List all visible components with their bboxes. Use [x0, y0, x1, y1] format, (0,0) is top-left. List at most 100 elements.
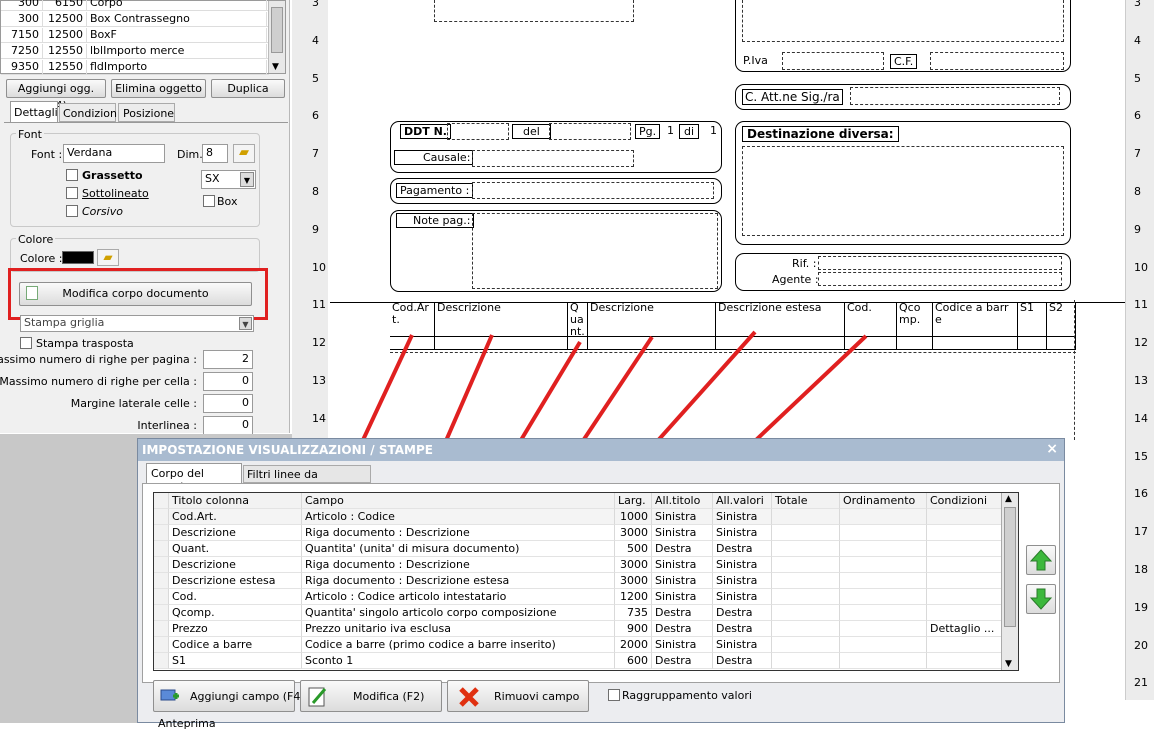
- scroll-up-icon[interactable]: ▲: [1005, 494, 1012, 504]
- table-cell[interactable]: Prezzo: [169, 621, 302, 637]
- table-cell[interactable]: [772, 589, 840, 605]
- table-cell[interactable]: [772, 653, 840, 669]
- table-cell[interactable]: Qcomp.: [169, 605, 302, 621]
- row-selector[interactable]: [154, 557, 169, 573]
- columns-grid[interactable]: Titolo colonna Campo Larg. All.titolo All.va…: [153, 492, 1019, 671]
- table-cell[interactable]: [840, 541, 927, 557]
- table-cell[interactable]: 600: [615, 653, 652, 669]
- row-selector[interactable]: [154, 525, 169, 541]
- table-cell[interactable]: [927, 605, 1002, 621]
- table-cell[interactable]: Cod.Art.: [169, 509, 302, 525]
- table-row[interactable]: Cod.Art. Articolo : Codice 1000 Sinistra Sin…: [154, 509, 1018, 525]
- edit-field-button[interactable]: Modifica (F2): [300, 680, 442, 712]
- scroll-down-icon[interactable]: ▼: [1005, 659, 1012, 669]
- table-cell[interactable]: [772, 573, 840, 589]
- table-cell[interactable]: 1000: [615, 509, 652, 525]
- table-cell[interactable]: Quantita' (unita' di misura documento): [302, 541, 615, 557]
- table-row[interactable]: S1 Sconto 1 600 Destra Destra: [154, 653, 1018, 669]
- row-selector[interactable]: [154, 605, 169, 621]
- row-selector[interactable]: [154, 621, 169, 637]
- table-row[interactable]: Descrizione Riga documento : Descrizione 3…: [154, 557, 1018, 573]
- table-cell[interactable]: Descrizione: [169, 557, 302, 573]
- table-cell[interactable]: [927, 589, 1002, 605]
- grouping-checkbox[interactable]: [608, 689, 620, 701]
- table-cell[interactable]: [927, 557, 1002, 573]
- table-cell[interactable]: [840, 509, 927, 525]
- table-cell[interactable]: [840, 621, 927, 637]
- table-cell[interactable]: 2000: [615, 637, 652, 653]
- row-selector[interactable]: [154, 573, 169, 589]
- table-cell[interactable]: Dettaglio ...: [927, 621, 1002, 637]
- table-cell[interactable]: [840, 557, 927, 573]
- table-cell[interactable]: Riga documento : Descrizione: [302, 525, 615, 541]
- table-row[interactable]: Descrizione estesa Riga documento : Descr…: [154, 573, 1018, 589]
- table-cell[interactable]: 900: [615, 621, 652, 637]
- grid-header-cell[interactable]: All.valori: [713, 493, 772, 509]
- table-cell[interactable]: [772, 621, 840, 637]
- table-cell[interactable]: Sinistra: [713, 573, 772, 589]
- grid-header-cell[interactable]: Campo: [302, 493, 615, 509]
- table-row[interactable]: Quant. Quantita' (unita' di misura docume…: [154, 541, 1018, 557]
- table-cell[interactable]: Sinistra: [713, 557, 772, 573]
- table-cell[interactable]: Articolo : Codice articolo intestatario: [302, 589, 615, 605]
- table-cell[interactable]: Sinistra: [713, 509, 772, 525]
- grid-header-cell[interactable]: Titolo colonna: [169, 493, 302, 509]
- table-cell[interactable]: Sinistra: [652, 573, 713, 589]
- table-cell[interactable]: [927, 573, 1002, 589]
- table-cell[interactable]: [840, 573, 927, 589]
- table-cell[interactable]: Articolo : Codice: [302, 509, 615, 525]
- table-cell[interactable]: [927, 637, 1002, 653]
- table-cell[interactable]: Destra: [713, 621, 772, 637]
- table-cell[interactable]: Sinistra: [652, 557, 713, 573]
- grid-header-cell[interactable]: Larg.: [615, 493, 652, 509]
- table-cell[interactable]: Sinistra: [652, 637, 713, 653]
- dialog-title-bar[interactable]: IMPOSTAZIONE VISUALIZZAZIONI / STAMPE ×: [138, 439, 1064, 461]
- table-cell[interactable]: Sinistra: [652, 525, 713, 541]
- table-cell[interactable]: Destra: [713, 541, 772, 557]
- table-cell[interactable]: [772, 637, 840, 653]
- grid-header-cell[interactable]: All.titolo: [652, 493, 713, 509]
- table-cell[interactable]: [840, 589, 927, 605]
- table-cell[interactable]: Descrizione: [169, 525, 302, 541]
- table-cell[interactable]: [840, 637, 927, 653]
- table-cell[interactable]: Sconto 1: [302, 653, 615, 669]
- table-cell[interactable]: [772, 541, 840, 557]
- remove-field-button[interactable]: Rimuovi campo: [447, 680, 589, 712]
- table-cell[interactable]: Cod.: [169, 589, 302, 605]
- table-cell[interactable]: [840, 605, 927, 621]
- table-cell[interactable]: Destra: [652, 653, 713, 669]
- add-field-button[interactable]: Aggiungi campo (F4): [153, 680, 305, 712]
- table-row[interactable]: Prezzo Prezzo unitario iva esclusa 900 Dest…: [154, 621, 1018, 637]
- table-cell[interactable]: Destra: [652, 621, 713, 637]
- table-cell[interactable]: Codice a barre: [169, 637, 302, 653]
- table-row[interactable]: Descrizione Riga documento : Descrizione 3…: [154, 525, 1018, 541]
- table-cell[interactable]: Riga documento : Descrizione estesa: [302, 573, 615, 589]
- grid-scrollbar[interactable]: ▲ ▼: [1001, 493, 1018, 670]
- table-cell[interactable]: Quant.: [169, 541, 302, 557]
- table-cell[interactable]: Codice a barre (primo codice a barre ins…: [302, 637, 615, 653]
- row-selector[interactable]: [154, 541, 169, 557]
- table-cell[interactable]: Prezzo unitario iva esclusa: [302, 621, 615, 637]
- tab-body-report[interactable]: Corpo del report: [146, 463, 242, 493]
- table-cell[interactable]: 1200: [615, 589, 652, 605]
- table-row[interactable]: Cod. Articolo : Codice articolo intestata…: [154, 589, 1018, 605]
- grid-header-cell[interactable]: Totale: [772, 493, 840, 509]
- table-cell[interactable]: Sinistra: [652, 509, 713, 525]
- table-cell[interactable]: Sinistra: [652, 589, 713, 605]
- grid-header-cell[interactable]: Ordinamento: [840, 493, 927, 509]
- grid-header-cell[interactable]: Condizioni: [927, 493, 1002, 509]
- table-cell[interactable]: Sinistra: [713, 589, 772, 605]
- table-cell[interactable]: Riga documento : Descrizione: [302, 557, 615, 573]
- table-cell[interactable]: Destra: [713, 605, 772, 621]
- table-row[interactable]: Codice a barre Codice a barre (primo codi…: [154, 637, 1018, 653]
- tab-filters[interactable]: Filtri linee da visualizzare: [243, 465, 371, 494]
- table-cell[interactable]: [772, 557, 840, 573]
- table-cell[interactable]: 500: [615, 541, 652, 557]
- table-cell[interactable]: [840, 525, 927, 541]
- row-selector[interactable]: [154, 589, 169, 605]
- table-cell[interactable]: [840, 653, 927, 669]
- table-cell[interactable]: [772, 525, 840, 541]
- table-cell[interactable]: 735: [615, 605, 652, 621]
- table-cell[interactable]: [927, 653, 1002, 669]
- row-selector[interactable]: [154, 653, 169, 669]
